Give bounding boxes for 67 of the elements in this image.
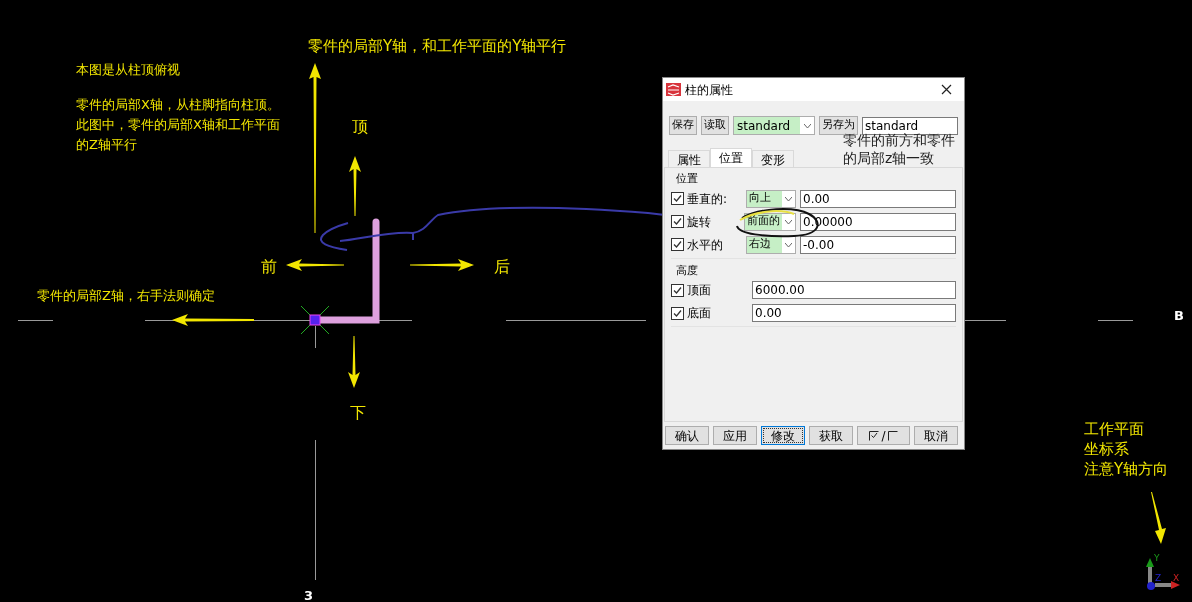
group-title: 高度 [675, 262, 699, 279]
arrow-down [348, 336, 360, 388]
dialog-button[interactable]: 确认 [665, 426, 709, 445]
x-axis-arrow [1155, 581, 1180, 589]
axis-label: X [1173, 572, 1180, 585]
field-label: 旋转 [687, 213, 711, 231]
load-button[interactable]: 读取 [701, 116, 729, 135]
value-field[interactable]: -0.00 [800, 235, 956, 254]
annotation-text: 坐标系 [1084, 439, 1130, 459]
annotation-text: 工作平面 [1084, 419, 1145, 439]
arrow-up [349, 156, 361, 216]
annotation-text: 的局部z轴一致 [843, 149, 936, 167]
checkbox[interactable] [671, 192, 684, 205]
checkbox-icon [869, 430, 880, 441]
value-field[interactable]: 6000.00 [752, 281, 956, 299]
direction-label: 后 [494, 256, 510, 278]
caret-icon [785, 242, 792, 247]
arrow-right [410, 259, 474, 271]
option-dropdown[interactable]: 向上 [745, 189, 796, 208]
checkbox[interactable] [671, 215, 684, 228]
dialog-button[interactable]: 获取 [809, 426, 853, 445]
direction-label: 前 [261, 256, 277, 278]
checkbox[interactable] [671, 283, 684, 297]
preset-dropdown[interactable]: standard [733, 116, 815, 135]
value-field[interactable]: 0.00 [800, 189, 956, 208]
annotation-text: 的Z轴平行 [76, 136, 138, 154]
close-icon[interactable] [941, 84, 952, 95]
tab[interactable]: 属性 [668, 150, 710, 167]
field-label: 顶面 [687, 282, 711, 299]
checkbox[interactable] [671, 238, 684, 251]
arrow-down [1150, 492, 1166, 544]
value-field[interactable]: 0.00 [752, 304, 956, 322]
direction-label: 顶 [352, 116, 368, 138]
group-title: 位置 [675, 171, 699, 187]
field-label: 垂直的: [687, 190, 728, 208]
annotation-text: 零件的局部X轴，从柱脚指向柱顶。 [76, 96, 280, 114]
option-dropdown[interactable]: 前面的 [744, 212, 796, 231]
grid-label: 3 [304, 587, 314, 602]
dialog-button[interactable]: 应用 [713, 426, 757, 445]
tab[interactable]: 位置 [710, 148, 752, 167]
window-title: 柱的属性 [685, 81, 733, 99]
direction-label: 下 [350, 402, 366, 424]
arrow-left [286, 259, 344, 271]
grid-label: B [1174, 307, 1184, 325]
origin-dot [1147, 582, 1155, 590]
checkbox[interactable] [671, 306, 684, 320]
caret-icon [803, 123, 811, 128]
caret-icon [785, 219, 792, 224]
save-as-button[interactable]: 另存为 [819, 116, 858, 135]
field-label: 水平的 [687, 236, 723, 254]
app-logo-icon [666, 83, 681, 96]
dialog-button[interactable]: 取消 [914, 426, 958, 445]
tab[interactable]: 变形 [752, 150, 794, 167]
axis-label: Z [1155, 572, 1162, 585]
field-label: 底面 [687, 305, 711, 322]
annotation-text: 注意Y轴方向 [1084, 459, 1169, 479]
toggle-all-button[interactable]: / [857, 426, 910, 445]
annotation-text: 此图中，零件的局部X轴和工作平面 [76, 116, 280, 134]
annotation-text: 本图是从柱顶俯视 [76, 61, 180, 79]
caret-icon [785, 196, 792, 201]
checkbox-icon [887, 430, 898, 441]
annotation-text: 零件的局部Y轴，和工作平面的Y轴平行 [308, 36, 567, 57]
axis-label: Y [1154, 552, 1160, 565]
option-dropdown[interactable]: 右边 [745, 235, 796, 254]
dialog-button[interactable]: 修改 [761, 426, 805, 445]
annotation-text: 零件的局部Z轴，右手法则确定 [37, 287, 215, 305]
save-button[interactable]: 保存 [669, 116, 697, 135]
